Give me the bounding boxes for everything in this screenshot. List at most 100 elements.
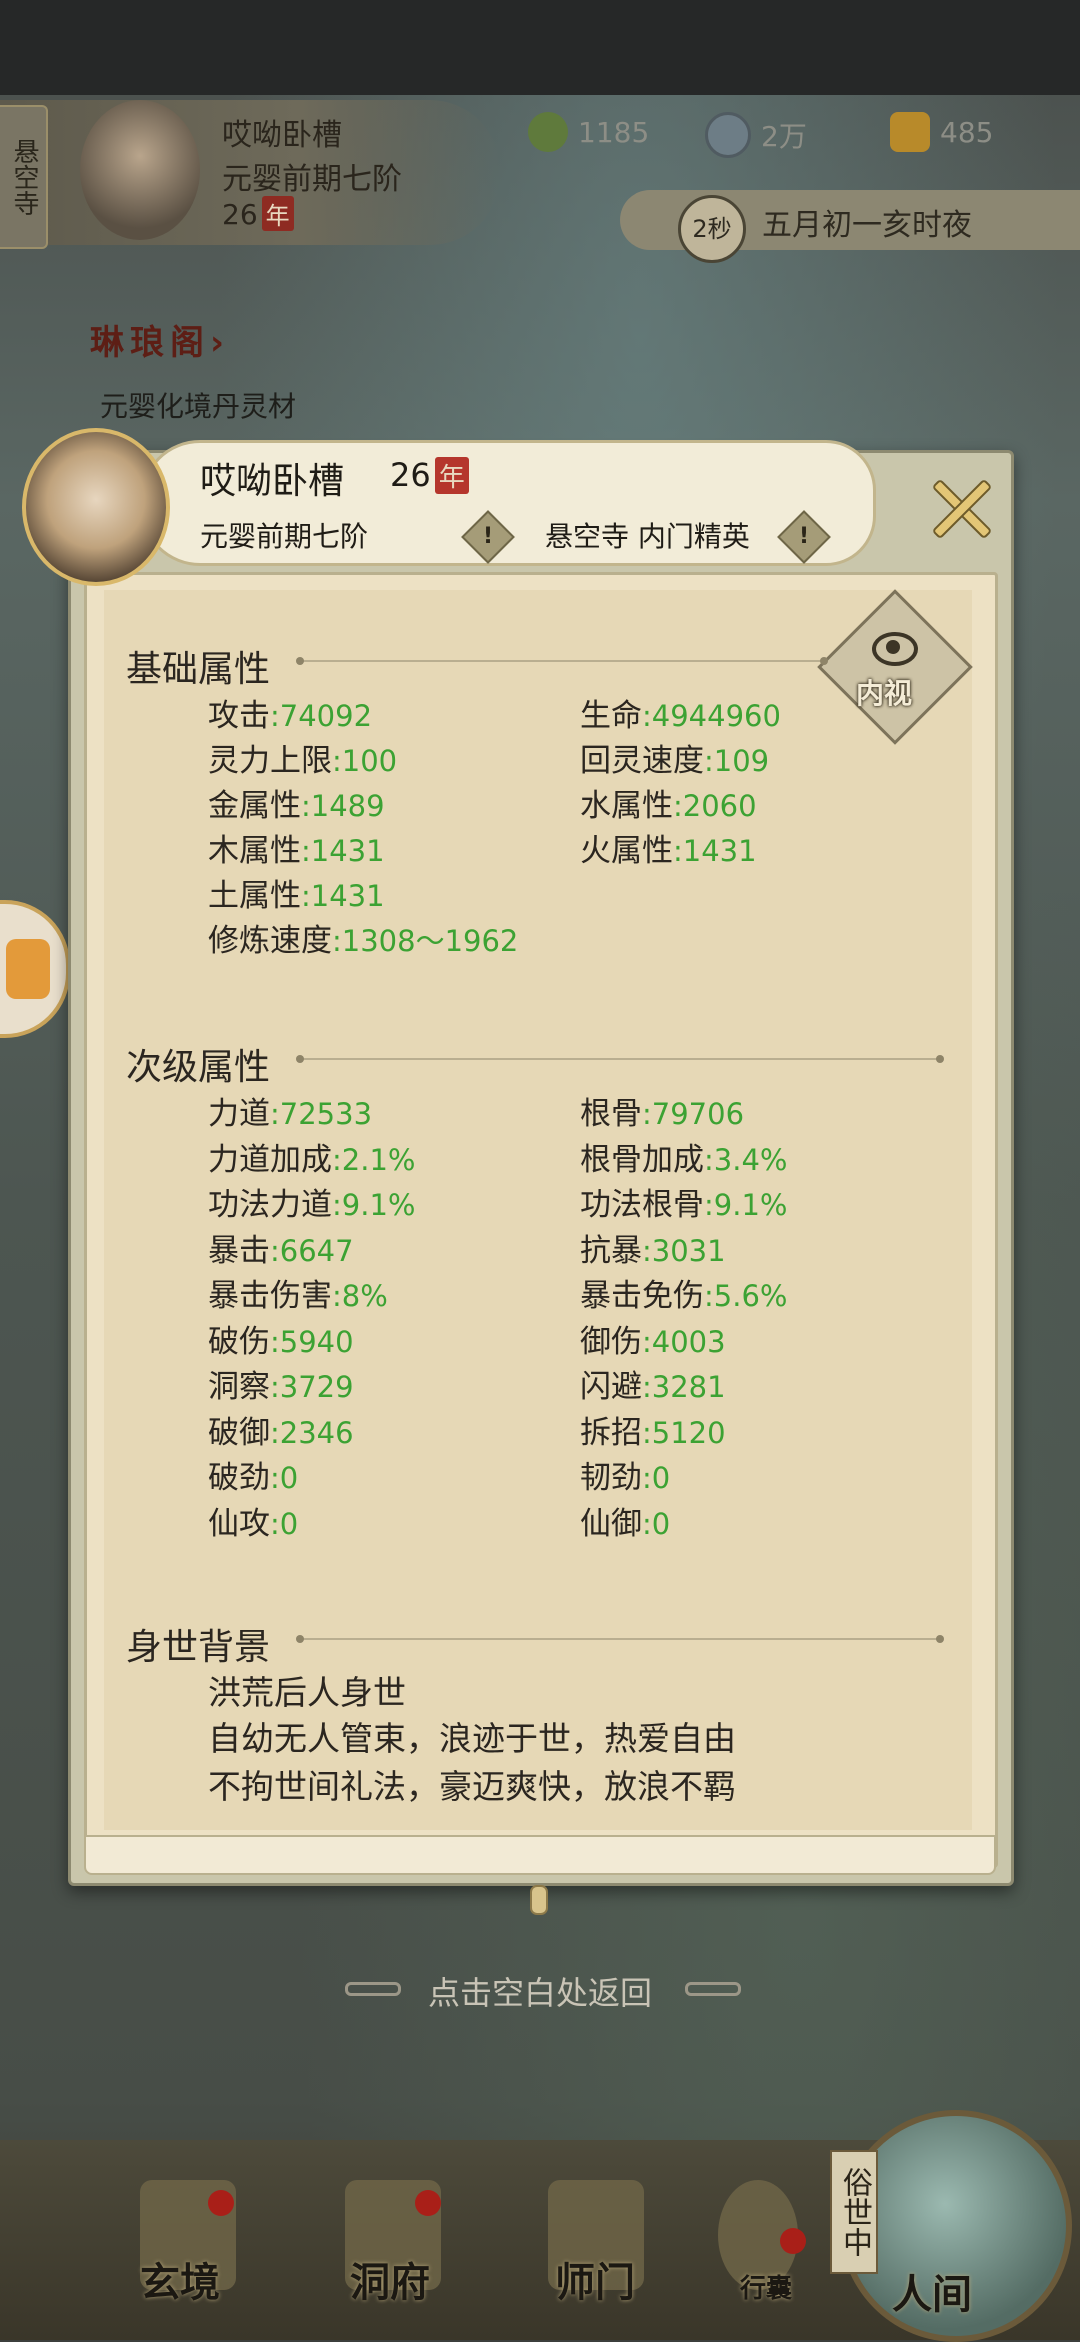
attribute-value: :5940 <box>270 1324 354 1359</box>
attribute-value: :9.1% <box>704 1188 788 1222</box>
attribute-label: 御伤 <box>580 1323 642 1360</box>
section-divider <box>296 1635 944 1643</box>
attribute-row: 洞察:3729 <box>208 1361 354 1406</box>
attribute-row: 根骨加成:3.4% <box>580 1134 787 1179</box>
nav-mortal-world[interactable]: 人间 <box>892 2262 972 2320</box>
attribute-row: 土属性:1431 <box>208 870 385 915</box>
section-divider <box>296 1055 944 1063</box>
attribute-row: 仙攻:0 <box>208 1498 298 1543</box>
calendar-date: 五月初一亥时夜 <box>762 208 972 243</box>
attribute-row: 破劲:0 <box>208 1452 298 1497</box>
attribute-label: 回灵速度 <box>580 743 704 779</box>
attribute-row: 根骨:79706 <box>580 1088 744 1133</box>
attribute-value: :109 <box>704 744 770 778</box>
nav-sect[interactable]: 师门 <box>555 2250 635 2308</box>
notification-dot <box>415 2190 441 2216</box>
attribute-row: 火属性:1431 <box>580 825 757 870</box>
hud-player-rank: 元婴前期七阶 <box>222 162 402 197</box>
attribute-row: 力道:72533 <box>208 1088 372 1133</box>
attribute-label: 功法力道 <box>208 1187 332 1223</box>
attribute-label: 仙御 <box>580 1505 642 1542</box>
attribute-value: :79706 <box>642 1097 745 1131</box>
pavilion-subtitle: 元婴化境丹灵材 <box>100 390 297 423</box>
nav-bag[interactable]: 行囊 <box>740 2268 792 2305</box>
resource-coin[interactable]: 2万 <box>705 112 807 158</box>
attribute-value: :9.1% <box>332 1188 416 1222</box>
attribute-value: :2060 <box>673 789 757 823</box>
inner-view-label: 内视 <box>856 677 913 710</box>
attribute-label: 修炼速度 <box>208 923 332 959</box>
attribute-label: 攻击 <box>208 698 270 734</box>
sect-tab[interactable]: 悬空寺 <box>0 105 48 249</box>
attribute-row: 暴击伤害:8% <box>208 1270 388 1315</box>
attribute-value: :0 <box>642 1461 671 1495</box>
attribute-row: 韧劲:0 <box>580 1452 670 1497</box>
gold-ingot-icon <box>890 112 930 152</box>
attribute-row: 攻击:74092 <box>208 690 372 735</box>
attribute-row: 暴击:6647 <box>208 1225 354 1270</box>
attribute-label: 暴击免伤 <box>580 1278 704 1314</box>
attribute-value: :100 <box>332 744 398 778</box>
resource-gold[interactable]: 485 <box>890 112 993 152</box>
attribute-label: 破劲 <box>208 1460 270 1496</box>
attribute-label: 根骨加成 <box>580 1141 704 1178</box>
attribute-label: 土属性 <box>208 878 301 914</box>
attribute-value: :0 <box>642 1506 671 1541</box>
attribute-value: :1431 <box>673 834 757 868</box>
attribute-row: 功法根骨:9.1% <box>580 1179 787 1224</box>
character-age: 26 年 <box>390 456 469 494</box>
attribute-value: :1431 <box>301 834 385 868</box>
character-avatar <box>22 428 170 586</box>
hud-player-name: 哎呦卧槽 <box>222 118 342 153</box>
pavilion-banner[interactable]: 琳琅阁› <box>90 315 390 375</box>
section-divider <box>296 657 828 665</box>
attribute-row: 力道加成:2.1% <box>208 1134 415 1179</box>
attribute-label: 拆招 <box>580 1414 642 1451</box>
secular-tag: 俗世中 <box>830 2150 878 2274</box>
scroll-knob-icon <box>530 1885 548 1915</box>
attribute-label: 木属性 <box>208 833 301 869</box>
nav-realm[interactable]: 玄境 <box>140 2250 220 2308</box>
attribute-value: :72533 <box>270 1097 373 1131</box>
gamepad-icon <box>6 939 50 999</box>
character-name: 哎呦卧槽 <box>200 461 345 502</box>
character-sect: 悬空寺 内门精英 <box>545 520 750 553</box>
jade-leaf-icon <box>528 112 568 152</box>
attribute-row: 抗暴:3031 <box>580 1225 726 1270</box>
attribute-label: 暴击伤害 <box>208 1278 332 1314</box>
attribute-label: 金属性 <box>208 788 301 824</box>
attribute-value: :74092 <box>270 699 373 733</box>
attribute-label: 力道 <box>208 1096 270 1132</box>
attribute-label: 破御 <box>208 1414 270 1451</box>
attribute-row: 金属性:1489 <box>208 780 385 825</box>
hint-ornament-right <box>685 1982 741 1996</box>
attribute-label: 闪避 <box>580 1369 642 1405</box>
player-avatar-small[interactable] <box>80 100 200 240</box>
attribute-row: 仙御:0 <box>580 1498 670 1543</box>
background-line: 洪荒后人身世 <box>208 1673 406 1712</box>
attribute-label: 灵力上限 <box>208 743 332 779</box>
attribute-value: :5.6% <box>704 1279 788 1313</box>
nav-cave[interactable]: 洞府 <box>350 2250 430 2308</box>
hud-player-age: 26 年 <box>222 196 294 231</box>
attribute-row: 灵力上限:100 <box>208 735 397 780</box>
attribute-label: 火属性 <box>580 833 673 869</box>
close-button[interactable] <box>880 455 1030 555</box>
year-badge: 年 <box>434 457 469 494</box>
secondary-attributes-title: 次级属性 <box>126 1047 271 1088</box>
attribute-label: 洞察 <box>208 1369 270 1405</box>
attribute-row: 破御:2346 <box>208 1407 354 1452</box>
attribute-value: :0 <box>270 1461 299 1495</box>
attribute-row: 功法力道:9.1% <box>208 1179 415 1224</box>
attribute-value: :6647 <box>270 1233 354 1268</box>
attribute-row: 回灵速度:109 <box>580 735 769 780</box>
attribute-value: :1308～1962 <box>332 924 519 958</box>
base-attributes-title: 基础属性 <box>126 649 271 690</box>
resource-jade[interactable]: 1185 <box>528 112 649 152</box>
attribute-value: :4944960 <box>642 699 781 733</box>
attribute-label: 水属性 <box>580 788 673 824</box>
attribute-label: 生命 <box>580 698 642 734</box>
notification-dot <box>208 2190 234 2216</box>
attribute-label: 仙攻 <box>208 1505 270 1542</box>
background-line: 自幼无人管束，浪迹于世，热爱自由 <box>208 1719 736 1758</box>
